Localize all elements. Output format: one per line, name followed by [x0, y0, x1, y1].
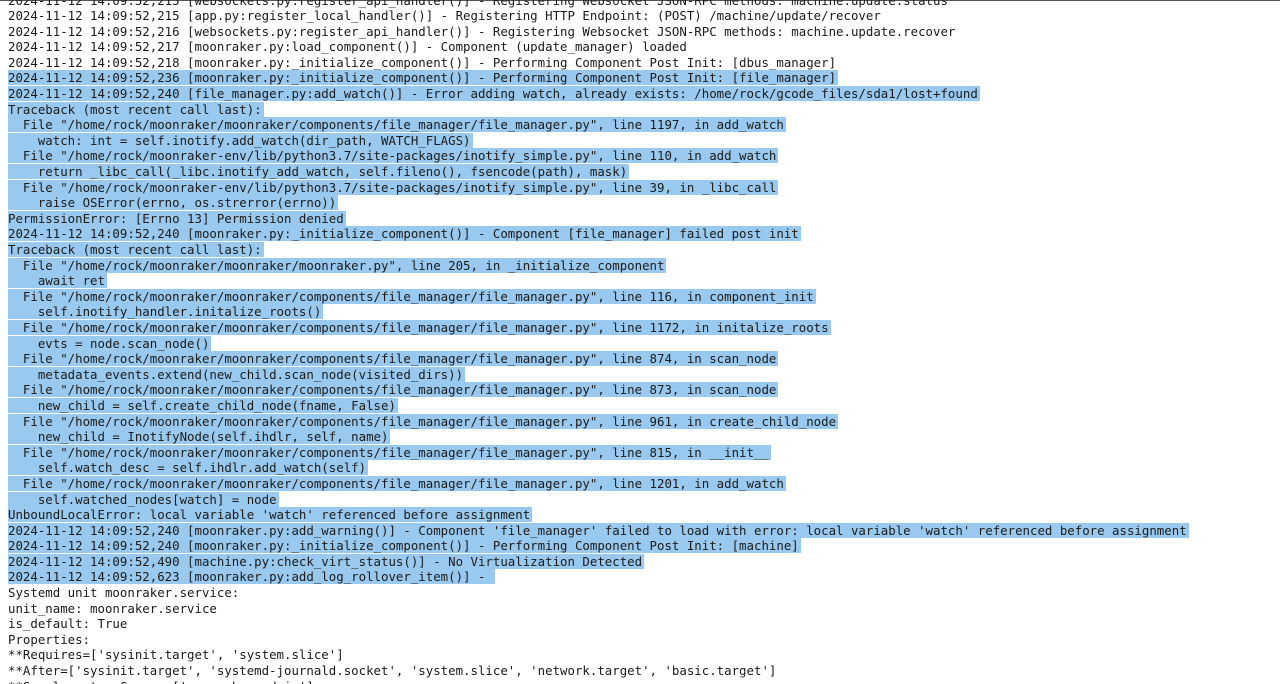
log-line[interactable]: 2024-11-12 14:09:52,217 [moonraker.py:lo…	[8, 39, 1273, 55]
log-line-text: UnboundLocalError: local variable 'watch…	[8, 507, 533, 523]
log-line-selected[interactable]: File "/home/rock/moonraker/moonraker/com…	[8, 413, 1273, 430]
log-line[interactable]: 2024-11-12 14:09:52,215 [app.py:register…	[8, 8, 1273, 24]
log-line-text: 2024-11-12 14:09:52,240 [moonraker.py:_i…	[8, 538, 801, 554]
log-line-text: File "/home/rock/moonraker/moonraker/moo…	[8, 257, 667, 273]
log-line-selected[interactable]: 2024-11-12 14:09:52,623 [moonraker.py:ad…	[8, 569, 1273, 585]
log-line-selected[interactable]: metadata_events.extend(new_child.scan_no…	[8, 366, 1273, 383]
log-line-text: File "/home/rock/moonraker/moonraker/com…	[8, 319, 831, 335]
log-line-text: 2024-11-12 14:09:52,623 [moonraker.py:ad…	[8, 569, 495, 585]
log-line-text: await ret	[8, 273, 107, 289]
log-line-text: File "/home/rock/moonraker-env/lib/pytho…	[8, 148, 779, 164]
log-line[interactable]: is_default: True	[8, 616, 1273, 632]
log-line-selected[interactable]: evts = node.scan_node()	[8, 335, 1273, 352]
log-text-area[interactable]: 2024-11-12 14:09:52,215 [websockets.py:r…	[8, 0, 1273, 684]
log-line[interactable]: **After=['sysinit.target', 'systemd-jour…	[8, 663, 1273, 679]
log-line-selected[interactable]: File "/home/rock/moonraker/moonraker/com…	[8, 444, 1273, 461]
log-line-text: evts = node.scan_node()	[8, 335, 212, 351]
log-line-text: 2024-11-12 14:09:52,240 [moonraker.py:ad…	[8, 522, 1189, 538]
log-line-text: Systemd unit moonraker.service:	[8, 585, 240, 601]
log-line-text: self.watch_desc = self.ihdlr.add_watch(s…	[8, 460, 369, 476]
log-line-text: 2024-11-12 14:09:52,217 [moonraker.py:lo…	[8, 39, 687, 55]
log-line-text: File "/home/rock/moonraker/moonraker/com…	[8, 413, 839, 429]
log-line-text: raise OSError(errno, os.strerror(errno))	[8, 195, 339, 211]
log-line-text: File "/home/rock/moonraker/moonraker/com…	[8, 475, 786, 491]
log-line-text: new_child = InotifyNode(self.ihdlr, self…	[8, 429, 391, 445]
log-line-text: Properties:	[8, 631, 91, 647]
log-line-text: 2024-11-12 14:09:52,240 [moonraker.py:_i…	[8, 226, 801, 242]
log-line-text: metadata_events.extend(new_child.scan_no…	[8, 366, 466, 382]
log-line-text: File "/home/rock/moonraker/moonraker/com…	[8, 351, 779, 367]
log-line-text: watch: int = self.inotify.add_watch(dir_…	[8, 132, 473, 148]
log-line[interactable]: 2024-11-12 14:09:52,218 [moonraker.py:_i…	[8, 55, 1273, 71]
log-line-text: PermissionError: [Errno 13] Permission d…	[8, 210, 346, 226]
log-line-text: unit_name: moonraker.service	[8, 600, 217, 616]
log-line-text: File "/home/rock/moonraker-env/lib/pytho…	[8, 179, 779, 195]
log-line-text: return _libc_call(_libc.inotify_add_watc…	[8, 164, 630, 180]
log-line-selected[interactable]: File "/home/rock/moonraker/moonraker/com…	[8, 382, 1273, 398]
log-line-selected[interactable]: 2024-11-12 14:09:52,240 [moonraker.py:ad…	[8, 522, 1273, 539]
log-line-selected[interactable]: 2024-11-12 14:09:52,236 [moonraker.py:_i…	[8, 70, 1273, 86]
log-line-text: **After=['sysinit.target', 'systemd-jour…	[8, 663, 777, 679]
log-line-selected[interactable]: Traceback (most recent call last):	[8, 242, 1273, 258]
log-line-selected[interactable]: 2024-11-12 14:09:52,240 [file_manager.py…	[8, 86, 1273, 102]
log-line[interactable]: unit_name: moonraker.service	[8, 601, 1273, 617]
log-line-text: File "/home/rock/moonraker/moonraker/com…	[8, 288, 816, 304]
log-line[interactable]: Systemd unit moonraker.service:	[8, 585, 1273, 601]
log-line-selected[interactable]: 2024-11-12 14:09:52,240 [moonraker.py:_i…	[8, 538, 1273, 554]
log-line-text: File "/home/rock/moonraker/moonraker/com…	[8, 444, 771, 460]
log-line-selected[interactable]: raise OSError(errno, os.strerror(errno))	[8, 195, 1273, 211]
log-line-text: is_default: True	[8, 616, 128, 632]
log-line-selected[interactable]: UnboundLocalError: local variable 'watch…	[8, 507, 1273, 523]
log-line-text: 2024-11-12 14:09:52,215 [websockets.py:r…	[8, 0, 948, 8]
log-line-selected[interactable]: File "/home/rock/moonraker/moonraker/com…	[8, 351, 1273, 367]
log-line-text: 2024-11-12 14:09:52,216 [websockets.py:r…	[8, 23, 956, 39]
log-line-text: Traceback (most recent call last):	[8, 101, 264, 117]
log-line[interactable]: Properties:	[8, 632, 1273, 648]
log-line-selected[interactable]: File "/home/rock/moonraker/moonraker/moo…	[8, 257, 1273, 274]
log-line-text: 2024-11-12 14:09:52,215 [app.py:register…	[8, 8, 881, 24]
log-line-selected[interactable]: Traceback (most recent call last):	[8, 101, 1273, 118]
log-line-text: 2024-11-12 14:09:52,236 [moonraker.py:_i…	[8, 70, 839, 86]
log-line-text: File "/home/rock/moonraker/moonraker/com…	[8, 382, 779, 398]
log-line-text: self.watched_nodes[watch] = node	[8, 491, 279, 507]
log-line-text: File "/home/rock/moonraker/moonraker/com…	[8, 117, 786, 133]
log-line-selected[interactable]: File "/home/rock/moonraker/moonraker/com…	[8, 117, 1273, 133]
log-line-text: 2024-11-12 14:09:52,218 [moonraker.py:_i…	[8, 54, 837, 70]
log-line-selected[interactable]: File "/home/rock/moonraker-env/lib/pytho…	[8, 179, 1273, 196]
log-line[interactable]: **SupplementaryGroups=['moonraker-admin'…	[8, 679, 1273, 684]
log-line-selected[interactable]: await ret	[8, 273, 1273, 289]
log-line-selected[interactable]: new_child = self.create_child_node(fname…	[8, 397, 1273, 414]
log-line-selected[interactable]: self.watch_desc = self.ihdlr.add_watch(s…	[8, 460, 1273, 476]
log-line-text: **SupplementaryGroups=['moonraker-admin'…	[8, 679, 316, 684]
log-line-selected[interactable]: watch: int = self.inotify.add_watch(dir_…	[8, 132, 1273, 149]
log-line-text: **Requires=['sysinit.target', 'system.sl…	[8, 647, 344, 663]
log-line-text: 2024-11-12 14:09:52,490 [machine.py:chec…	[8, 553, 645, 569]
log-line-selected[interactable]: new_child = InotifyNode(self.ihdlr, self…	[8, 429, 1273, 445]
log-line-selected[interactable]: File "/home/rock/moonraker/moonraker/com…	[8, 319, 1273, 336]
log-line[interactable]: 2024-11-12 14:09:52,215 [websockets.py:r…	[8, 0, 1273, 8]
log-line[interactable]: 2024-11-12 14:09:52,216 [websockets.py:r…	[8, 24, 1273, 40]
log-line-text: Traceback (most recent call last):	[8, 242, 264, 257]
log-line-text: new_child = self.create_child_node(fname…	[8, 397, 398, 413]
log-line-selected[interactable]: self.watched_nodes[watch] = node	[8, 491, 1273, 508]
log-line-selected[interactable]: File "/home/rock/moonraker/moonraker/com…	[8, 475, 1273, 492]
log-line-text: 2024-11-12 14:09:52,240 [file_manager.py…	[8, 86, 980, 102]
log-line-selected[interactable]: 2024-11-12 14:09:52,240 [moonraker.py:_i…	[8, 226, 1273, 242]
log-line-selected[interactable]: PermissionError: [Errno 13] Permission d…	[8, 210, 1273, 227]
log-line-selected[interactable]: 2024-11-12 14:09:52,490 [machine.py:chec…	[8, 553, 1273, 570]
log-line[interactable]: **Requires=['sysinit.target', 'system.sl…	[8, 647, 1273, 663]
log-line-selected[interactable]: File "/home/rock/moonraker/moonraker/com…	[8, 288, 1273, 305]
log-line-selected[interactable]: self.inotify_handler.initalize_roots()	[8, 304, 1273, 320]
log-line-text: self.inotify_handler.initalize_roots()	[8, 304, 324, 320]
log-line-selected[interactable]: return _libc_call(_libc.inotify_add_watc…	[8, 164, 1273, 180]
log-line-selected[interactable]: File "/home/rock/moonraker-env/lib/pytho…	[8, 148, 1273, 164]
